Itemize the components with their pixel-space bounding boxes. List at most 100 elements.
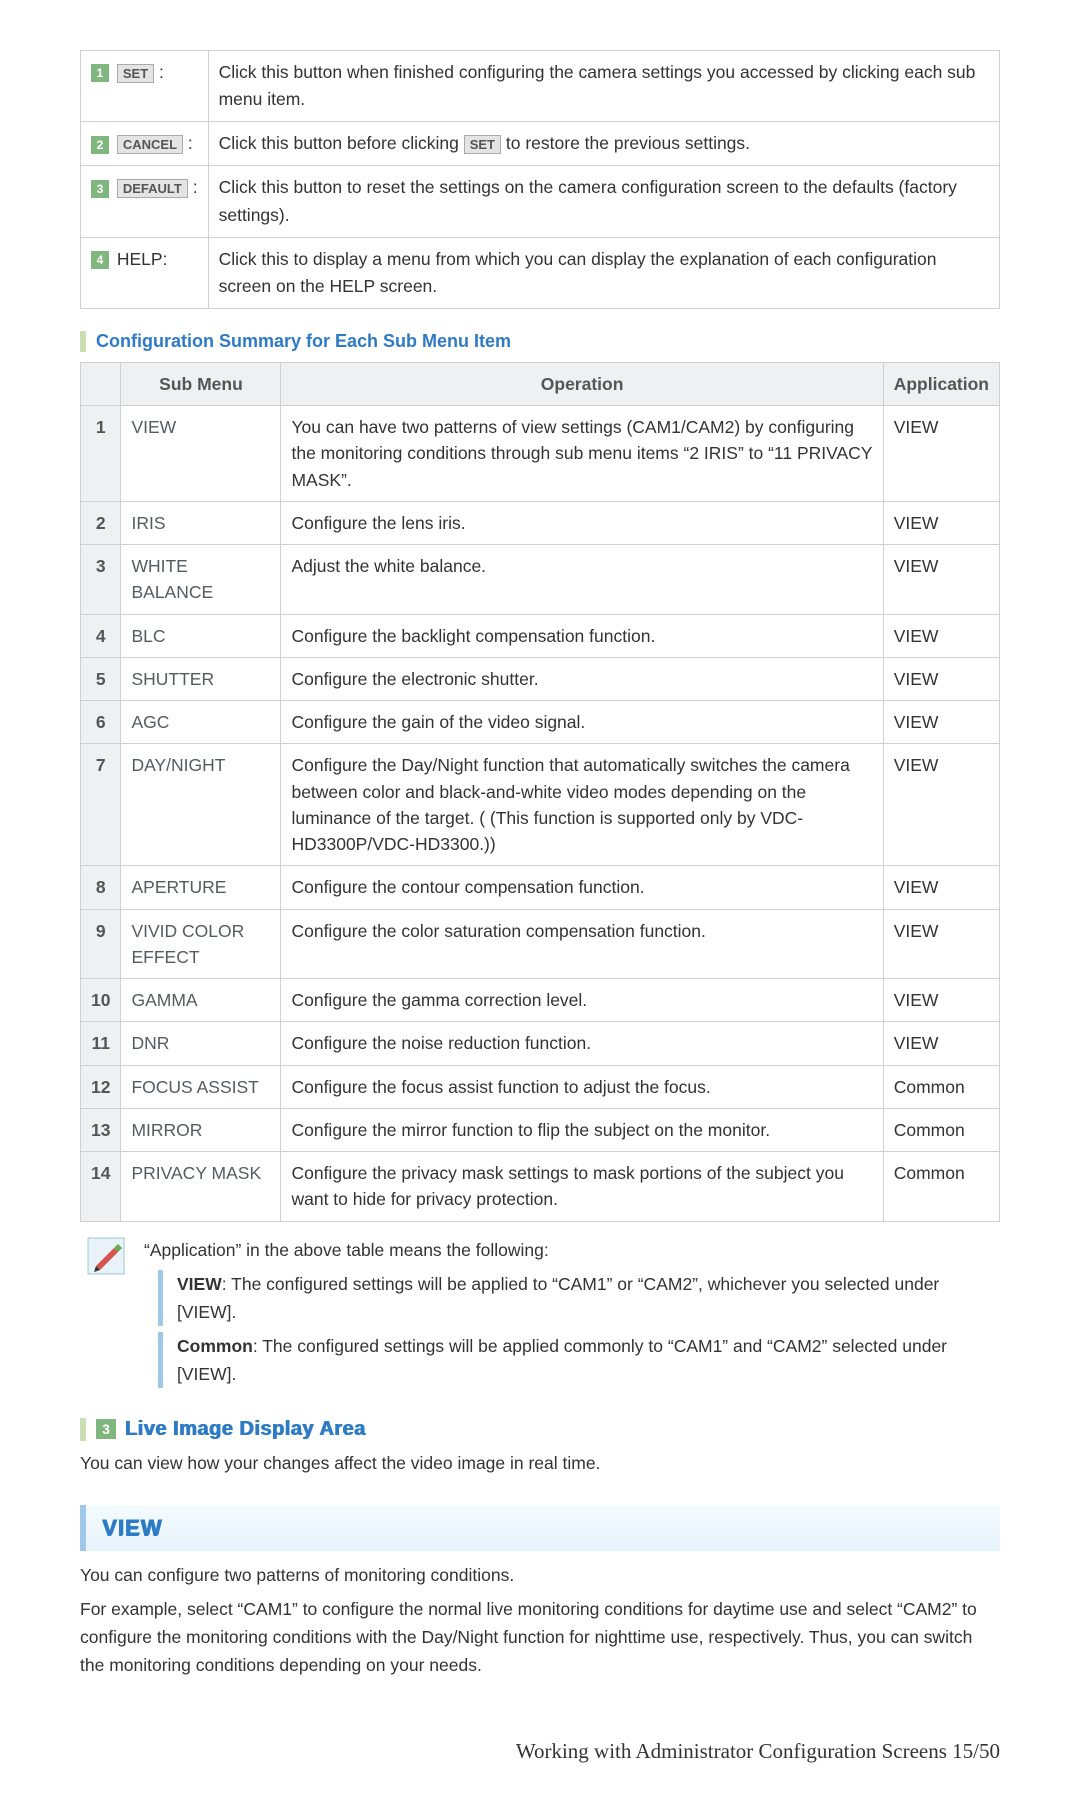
row-submenu: APERTURE — [121, 866, 281, 909]
row-submenu: VIVID COLOR EFFECT — [121, 909, 281, 979]
row-application: VIEW — [883, 545, 999, 615]
table-row: 14PRIVACY MASKConfigure the privacy mask… — [81, 1152, 1000, 1222]
button-description-cell: Click this button before clicking SET to… — [208, 122, 999, 166]
number-badge: 4 — [91, 251, 109, 269]
col-operation: Operation — [281, 362, 883, 405]
live-image-body: You can view how your changes affect the… — [80, 1449, 1000, 1477]
ui-button-label: SET — [117, 64, 154, 83]
buttons-description-table: 1 SET :Click this button when finished c… — [80, 50, 1000, 309]
row-submenu: FOCUS ASSIST — [121, 1065, 281, 1108]
row-operation: Configure the gain of the video signal. — [281, 701, 883, 744]
table-row: 4BLCConfigure the backlight compensation… — [81, 614, 1000, 657]
row-operation: Configure the electronic shutter. — [281, 657, 883, 700]
table-row: 1VIEWYou can have two patterns of view s… — [81, 406, 1000, 502]
button-label-cell: 4 HELP: — [81, 237, 209, 308]
note-common-def: Common: The configured settings will be … — [158, 1332, 1000, 1388]
table-row: 3WHITE BALANCEAdjust the white balance.V… — [81, 545, 1000, 615]
note-body: “Application” in the above table means t… — [144, 1236, 1000, 1388]
row-index: 14 — [81, 1152, 121, 1222]
row-index: 4 — [81, 614, 121, 657]
table-row: 13MIRRORConfigure the mirror function to… — [81, 1108, 1000, 1151]
row-operation: Configure the mirror function to flip th… — [281, 1108, 883, 1151]
row-application: VIEW — [883, 744, 999, 866]
row-operation: Configure the contour compensation funct… — [281, 866, 883, 909]
row-submenu: PRIVACY MASK — [121, 1152, 281, 1222]
row-operation: Configure the color saturation compensat… — [281, 909, 883, 979]
row-index: 8 — [81, 866, 121, 909]
button-row: 3 DEFAULT :Click this button to reset th… — [81, 166, 1000, 237]
row-operation: Configure the privacy mask settings to m… — [281, 1152, 883, 1222]
row-application: VIEW — [883, 1022, 999, 1065]
ui-button-label: DEFAULT — [117, 179, 188, 198]
row-application: Common — [883, 1108, 999, 1151]
number-badge: 3 — [91, 180, 109, 198]
row-index: 13 — [81, 1108, 121, 1151]
note-view-label: VIEW — [177, 1274, 222, 1294]
row-application: VIEW — [883, 866, 999, 909]
note-common-label: Common — [177, 1336, 253, 1356]
row-operation: Configure the focus assist function to a… — [281, 1065, 883, 1108]
row-application: Common — [883, 1065, 999, 1108]
table-row: 7DAY/NIGHTConfigure the Day/Night functi… — [81, 744, 1000, 866]
view-p1: You can configure two patterns of monito… — [80, 1561, 1000, 1589]
button-row: 2 CANCEL :Click this button before click… — [81, 122, 1000, 166]
button-description-cell: Click this button to reset the settings … — [208, 166, 999, 237]
table-row: 12FOCUS ASSISTConfigure the focus assist… — [81, 1065, 1000, 1108]
row-submenu: DNR — [121, 1022, 281, 1065]
row-application: VIEW — [883, 701, 999, 744]
row-index: 6 — [81, 701, 121, 744]
row-submenu: VIEW — [121, 406, 281, 502]
row-index: 2 — [81, 501, 121, 544]
col-blank — [81, 362, 121, 405]
table-row: 9VIVID COLOR EFFECTConfigure the color s… — [81, 909, 1000, 979]
row-operation: Configure the lens iris. — [281, 501, 883, 544]
button-label-cell: 2 CANCEL : — [81, 122, 209, 166]
row-index: 1 — [81, 406, 121, 502]
table-row: 2IRISConfigure the lens iris.VIEW — [81, 501, 1000, 544]
row-submenu: DAY/NIGHT — [121, 744, 281, 866]
row-operation: Configure the backlight compensation fun… — [281, 614, 883, 657]
button-row: 4 HELP:Click this to display a menu from… — [81, 237, 1000, 308]
note-view-text: : The configured settings will be applie… — [177, 1274, 939, 1322]
button-description-cell: Click this button when finished configur… — [208, 51, 999, 122]
note-pencil-icon — [86, 1236, 130, 1388]
live-image-section-heading: 3 Live Image Display Area — [80, 1418, 1000, 1441]
row-application: VIEW — [883, 406, 999, 502]
row-application: VIEW — [883, 614, 999, 657]
row-application: VIEW — [883, 909, 999, 979]
section-number-badge: 3 — [96, 1419, 116, 1439]
config-summary-table: Sub Menu Operation Application 1VIEWYou … — [80, 362, 1000, 1222]
button-description-cell: Click this to display a menu from which … — [208, 237, 999, 308]
row-index: 11 — [81, 1022, 121, 1065]
row-index: 10 — [81, 979, 121, 1022]
button-label-cell: 3 DEFAULT : — [81, 166, 209, 237]
page-footer: Working with Administrator Configuration… — [80, 1739, 1000, 1764]
button-label-cell: 1 SET : — [81, 51, 209, 122]
note-intro: “Application” in the above table means t… — [144, 1236, 1000, 1264]
col-application: Application — [883, 362, 999, 405]
note-block: “Application” in the above table means t… — [80, 1236, 1000, 1388]
note-common-text: : The configured settings will be applie… — [177, 1336, 947, 1384]
row-submenu: GAMMA — [121, 979, 281, 1022]
row-submenu: SHUTTER — [121, 657, 281, 700]
note-view-def: VIEW: The configured settings will be ap… — [158, 1270, 1000, 1326]
section-title: Live Image Display Area — [125, 1418, 366, 1440]
row-submenu: MIRROR — [121, 1108, 281, 1151]
row-operation: Adjust the white balance. — [281, 545, 883, 615]
table-row: 8APERTUREConfigure the contour compensat… — [81, 866, 1000, 909]
row-index: 5 — [81, 657, 121, 700]
row-operation: Configure the gamma correction level. — [281, 979, 883, 1022]
row-index: 12 — [81, 1065, 121, 1108]
row-operation: Configure the Day/Night function that au… — [281, 744, 883, 866]
row-index: 7 — [81, 744, 121, 866]
table-row: 11DNRConfigure the noise reduction funct… — [81, 1022, 1000, 1065]
row-submenu: WHITE BALANCE — [121, 545, 281, 615]
row-application: Common — [883, 1152, 999, 1222]
row-application: VIEW — [883, 501, 999, 544]
row-index: 9 — [81, 909, 121, 979]
plain-label: HELP: — [112, 249, 167, 269]
row-operation: You can have two patterns of view settin… — [281, 406, 883, 502]
row-submenu: BLC — [121, 614, 281, 657]
table-row: 10GAMMAConfigure the gamma correction le… — [81, 979, 1000, 1022]
col-submenu: Sub Menu — [121, 362, 281, 405]
